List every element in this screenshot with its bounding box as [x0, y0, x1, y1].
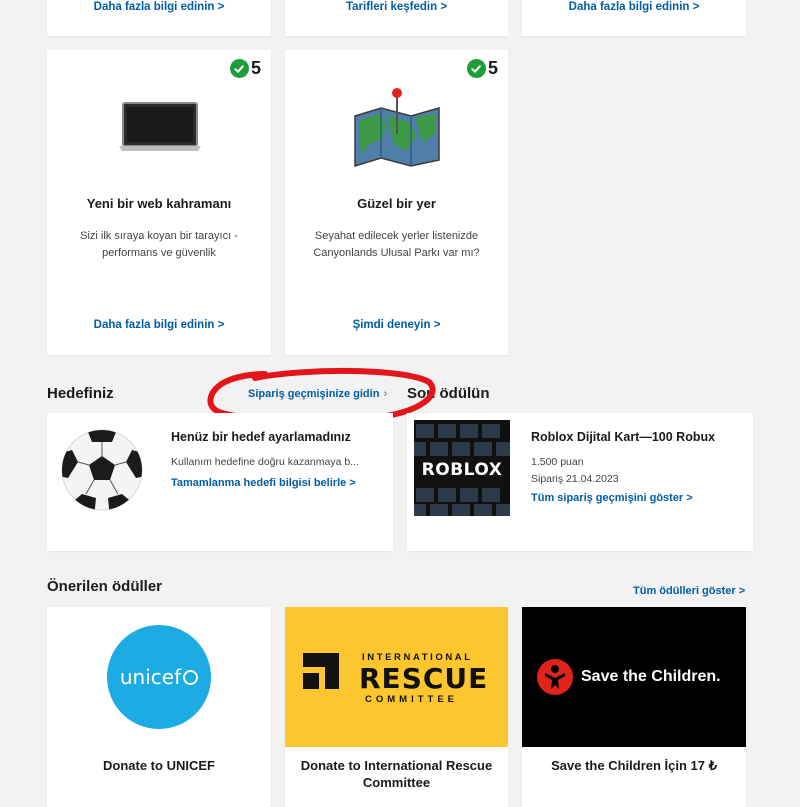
- reward-card-save-the-children[interactable]: Save the Children. Save the Children İçi…: [522, 607, 746, 807]
- top-card-3: Daha fazla bilgi edinin >: [522, 0, 746, 36]
- globe-icon: [183, 669, 199, 685]
- roblox-card-image: ROBLOX: [414, 420, 510, 516]
- reward-order-date: Sipariş 21.04.2023: [531, 473, 619, 485]
- learn-more-link[interactable]: Daha fazla bilgi edinin >: [47, 319, 271, 331]
- learn-more-link[interactable]: Daha fazla bilgi edinin >: [522, 1, 746, 13]
- irc-logo: INTERNATIONAL RESCUE COMMITTEE: [285, 607, 508, 747]
- laptop-icon: [119, 102, 201, 157]
- check-icon: [466, 59, 486, 78]
- reward-points: 1.500 puan: [531, 456, 584, 468]
- card-description: Sizi ilk sıraya koyan bir tarayıcı - per…: [80, 230, 238, 259]
- card-title: Yeni bir web kahramanı: [86, 196, 232, 211]
- points-value: 5: [487, 58, 498, 78]
- goal-section-title: Hedefiniz: [47, 385, 114, 402]
- reward-card-irc[interactable]: INTERNATIONAL RESCUE COMMITTEE Donate to…: [285, 607, 508, 807]
- activity-card-web-hero[interactable]: 5 Yeni bir web kahramanı Sizi ilk sıraya…: [47, 50, 271, 355]
- irc-logo-line-2: RESCUE: [359, 662, 489, 695]
- irc-logo-line-3: COMMITTEE: [365, 694, 458, 705]
- irc-arrow-icon: [303, 653, 339, 694]
- try-now-link[interactable]: Şimdi deneyin >: [285, 319, 508, 331]
- reward-card-title: Donate to UNICEF: [103, 758, 215, 773]
- map-pin-icon: [351, 86, 443, 173]
- reward-card-title: Donate to International Rescue Committee: [300, 758, 493, 790]
- points-badge: 5: [229, 58, 261, 79]
- reward-card-title: Save the Children İçin 17 ₺: [551, 758, 717, 773]
- points-badge: 5: [466, 58, 498, 79]
- save-the-children-logo: Save the Children.: [522, 607, 746, 747]
- set-goal-link[interactable]: Tamamlanma hedefi bilgisi belirle >: [171, 477, 356, 489]
- all-order-history-link[interactable]: Tüm sipariş geçmişini göster >: [531, 492, 693, 504]
- points-value: 5: [250, 58, 261, 78]
- reward-title: Roblox Dijital Kart—100 Robux: [531, 430, 716, 444]
- show-all-rewards-link[interactable]: Tüm ödülleri göster >: [633, 585, 745, 597]
- top-card-1: Daha fazla bilgi edinin >: [47, 0, 271, 36]
- child-figure-icon: [537, 659, 573, 695]
- card-title: Güzel bir yer: [357, 196, 436, 211]
- reward-card-unicef[interactable]: unicef Donate to UNICEF: [47, 607, 271, 807]
- check-icon: [229, 59, 249, 78]
- recommended-section-title: Önerilen ödüller: [47, 578, 163, 595]
- activity-card-beautiful-place[interactable]: 5 Güzel bir yer Seyahat edilecek yerler …: [285, 50, 508, 355]
- goal-card: Henüz bir hedef ayarlamadınız Kullanım h…: [47, 413, 393, 551]
- learn-more-link[interactable]: Daha fazla bilgi edinin >: [47, 1, 271, 13]
- explore-recipes-link[interactable]: Tarifleri keşfedin >: [285, 1, 508, 13]
- goal-description: Kullanım hedefine doğru kazanmaya b...: [171, 456, 359, 468]
- goal-title: Henüz bir hedef ayarlamadınız: [171, 430, 351, 444]
- last-reward-card: ROBLOX Roblox Dijital Kart—100 Robux 1.5…: [407, 413, 753, 551]
- soccer-ball-icon: [60, 428, 144, 517]
- save-the-children-logo-text: Save the Children.: [581, 668, 721, 685]
- unicef-logo: unicef: [107, 625, 211, 729]
- unicef-logo-text: unicef: [119, 665, 182, 689]
- top-card-2: Tarifleri keşfedin >: [285, 0, 508, 36]
- roblox-logo: ROBLOX: [421, 460, 503, 480]
- card-description: Seyahat edilecek yerler listenizde Canyo…: [313, 230, 480, 259]
